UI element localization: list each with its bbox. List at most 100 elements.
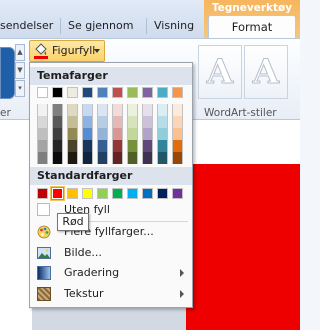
- texture-icon: [37, 287, 51, 301]
- theme-shade-swatch[interactable]: [172, 128, 183, 140]
- standard-color-swatch[interactable]: [82, 188, 93, 199]
- color-tooltip: Rød: [57, 213, 89, 231]
- theme-color-swatch[interactable]: [172, 87, 183, 98]
- gradient-icon: [37, 266, 51, 280]
- theme-shade-swatch[interactable]: [37, 152, 48, 164]
- theme-shade-swatch[interactable]: [67, 152, 78, 164]
- standard-color-swatch[interactable]: [67, 188, 78, 199]
- theme-shade-swatch[interactable]: [157, 152, 168, 164]
- theme-color-swatch[interactable]: [37, 87, 48, 98]
- theme-shade-swatch[interactable]: [127, 140, 138, 152]
- more-fill-colors-item[interactable]: Flere fyllfarger...: [30, 222, 192, 242]
- standard-color-swatch[interactable]: [157, 188, 168, 199]
- tab-review[interactable]: Se gjennom: [68, 16, 133, 36]
- theme-shade-swatch[interactable]: [97, 116, 108, 128]
- theme-shade-swatch[interactable]: [37, 116, 48, 128]
- theme-shade-swatch[interactable]: [97, 128, 108, 140]
- theme-shade-swatch[interactable]: [172, 116, 183, 128]
- standard-color-swatch[interactable]: [142, 188, 153, 199]
- wordart-style-2[interactable]: A: [244, 45, 288, 99]
- theme-shade-swatch[interactable]: [157, 128, 168, 140]
- theme-shade-swatch[interactable]: [157, 140, 168, 152]
- shape-fill-button[interactable]: Figurfyll: [29, 40, 105, 62]
- standard-color-swatch[interactable]: [112, 188, 123, 199]
- gradient-fill-label: Gradering: [64, 266, 120, 279]
- standard-color-swatch[interactable]: [127, 188, 138, 199]
- gallery-down-button[interactable]: ▼: [15, 62, 25, 79]
- theme-shade-swatch[interactable]: [67, 104, 78, 116]
- slide-left-edge: [0, 120, 32, 330]
- theme-color-swatch[interactable]: [127, 87, 138, 98]
- theme-shade-swatch[interactable]: [82, 152, 93, 164]
- theme-shade-swatch[interactable]: [37, 128, 48, 140]
- wordart-style-1[interactable]: A: [198, 45, 242, 99]
- theme-shade-swatch[interactable]: [82, 140, 93, 152]
- theme-color-swatch[interactable]: [52, 87, 63, 98]
- theme-shade-swatch[interactable]: [142, 116, 153, 128]
- gallery-up-button[interactable]: ▲: [15, 44, 25, 61]
- theme-shade-swatch[interactable]: [142, 140, 153, 152]
- theme-shade-swatch[interactable]: [112, 104, 123, 116]
- theme-shade-swatch[interactable]: [142, 152, 153, 164]
- theme-shade-swatch[interactable]: [127, 152, 138, 164]
- theme-shade-swatch[interactable]: [82, 116, 93, 128]
- theme-shade-swatch[interactable]: [112, 152, 123, 164]
- theme-shade-swatch[interactable]: [67, 128, 78, 140]
- theme-shade-swatch[interactable]: [127, 128, 138, 140]
- theme-shade-swatch[interactable]: [52, 104, 63, 116]
- theme-shade-swatch[interactable]: [52, 128, 63, 140]
- theme-shade-swatch[interactable]: [142, 128, 153, 140]
- theme-color-swatch[interactable]: [82, 87, 93, 98]
- standard-color-swatch[interactable]: [51, 187, 64, 200]
- theme-shade-swatch[interactable]: [112, 116, 123, 128]
- tab-view[interactable]: Visning: [154, 16, 194, 36]
- gradient-fill-item[interactable]: Gradering: [30, 263, 192, 283]
- theme-shade-swatch[interactable]: [142, 104, 153, 116]
- theme-shade-swatch[interactable]: [157, 116, 168, 128]
- theme-shade-swatch[interactable]: [127, 116, 138, 128]
- texture-fill-item[interactable]: Tekstur: [30, 284, 192, 304]
- shape-style-preview[interactable]: [0, 47, 15, 99]
- theme-shade-swatch[interactable]: [67, 140, 78, 152]
- standard-color-swatch[interactable]: [172, 188, 183, 199]
- theme-shade-swatch[interactable]: [67, 116, 78, 128]
- theme-color-swatch[interactable]: [112, 87, 123, 98]
- theme-shade-swatch[interactable]: [37, 104, 48, 116]
- theme-shade-swatch[interactable]: [37, 140, 48, 152]
- gallery-scroll: ▲ ▼ ▾: [15, 44, 25, 100]
- gallery-more-button[interactable]: ▾: [15, 80, 25, 97]
- theme-shade-swatch[interactable]: [112, 140, 123, 152]
- theme-color-swatch[interactable]: [142, 87, 153, 98]
- theme-shade-swatch[interactable]: [52, 140, 63, 152]
- theme-shade-swatch[interactable]: [52, 152, 63, 164]
- standard-color-swatch[interactable]: [37, 188, 48, 199]
- theme-shade-swatch[interactable]: [112, 128, 123, 140]
- theme-shade-swatch[interactable]: [127, 104, 138, 116]
- theme-shade-swatch[interactable]: [157, 104, 168, 116]
- theme-color-swatch[interactable]: [157, 87, 168, 98]
- red-shape[interactable]: [186, 164, 300, 330]
- theme-shade-swatch[interactable]: [172, 140, 183, 152]
- theme-shade-swatch[interactable]: [52, 116, 63, 128]
- picture-fill-label: Bilde...: [64, 246, 102, 259]
- theme-shade-swatch[interactable]: [172, 152, 183, 164]
- theme-shade-swatch[interactable]: [97, 152, 108, 164]
- theme-shade-swatch[interactable]: [172, 104, 183, 116]
- texture-fill-label: Tekstur: [64, 287, 104, 300]
- theme-color-swatch[interactable]: [97, 87, 108, 98]
- no-fill-item[interactable]: Uten fyll: [30, 200, 192, 220]
- ribbon-tab-strip: Tegneverktøy sendelser Se gjennom Visnin…: [0, 0, 300, 39]
- theme-shade-swatch[interactable]: [82, 104, 93, 116]
- tab-mailings[interactable]: sendelser: [0, 16, 53, 36]
- theme-color-swatch[interactable]: [67, 87, 78, 98]
- picture-fill-item[interactable]: Bilde...: [30, 243, 192, 263]
- picture-icon: [37, 247, 51, 259]
- theme-shade-swatch[interactable]: [82, 128, 93, 140]
- color-palette-icon: [37, 225, 51, 239]
- theme-shade-swatch[interactable]: [97, 140, 108, 152]
- shape-fill-menu: Temafarger Standardfarger Uten fyll Fler…: [29, 62, 193, 308]
- theme-shade-swatch[interactable]: [97, 104, 108, 116]
- tab-format[interactable]: Format: [208, 15, 296, 39]
- standard-color-swatch[interactable]: [97, 188, 108, 199]
- no-fill-icon: [37, 203, 50, 216]
